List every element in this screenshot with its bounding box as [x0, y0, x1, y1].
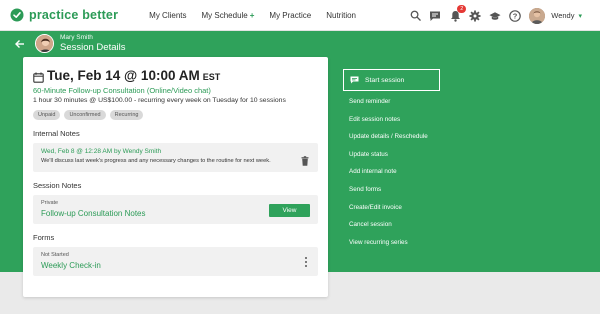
session-details-card: Tue, Feb 14 @ 10:00 AM EST 60-Minute Fol…	[23, 57, 328, 297]
user-menu[interactable]: Wendy ▾	[551, 11, 582, 20]
status-badge-recurring: Recurring	[109, 110, 144, 120]
internal-note-body: We'll discuss last week's progress and a…	[41, 158, 271, 164]
send-forms-action[interactable]: Send forms	[349, 185, 428, 203]
internal-notes-heading: Internal Notes	[33, 129, 80, 138]
plus-icon[interactable]: +	[250, 11, 255, 20]
send-reminder-action[interactable]: Send reminder	[349, 97, 428, 115]
consultation-mode: (Online/Video chat)	[146, 86, 211, 95]
practice-better-logo-icon	[10, 8, 24, 22]
nav-nutrition[interactable]: Nutrition	[326, 11, 356, 20]
user-avatar[interactable]	[529, 7, 546, 24]
forms-heading: Forms	[33, 233, 55, 242]
brand-name: practice better	[29, 8, 119, 22]
session-actions-list: Send reminder Edit session notes Update …	[349, 97, 428, 255]
session-header-text: Mary Smith Session Details	[60, 34, 126, 53]
trash-icon[interactable]	[301, 153, 309, 166]
calendar-icon	[33, 70, 44, 83]
internal-note-item: Wed, Feb 8 @ 12:28 AM by Wendy Smith We'…	[33, 143, 318, 172]
form-item: Not Started Weekly Check-in	[33, 247, 318, 276]
start-session-label: Start session	[365, 76, 405, 84]
internal-note-meta: Wed, Feb 8 @ 12:28 AM by Wendy Smith	[41, 148, 162, 155]
main-nav: My Clients My Schedule + My Practice Nutr…	[149, 11, 371, 20]
cancel-session-action[interactable]: Cancel session	[349, 220, 428, 238]
client-name[interactable]: Mary Smith	[60, 34, 125, 42]
chat-bubble-icon	[350, 76, 359, 84]
session-details-text: 1 hour 30 minutes @ US$100.00 - recurrin…	[33, 97, 286, 104]
more-options-icon[interactable]	[304, 257, 307, 267]
client-avatar[interactable]	[35, 34, 54, 53]
chat-icon[interactable]	[429, 10, 441, 22]
brand-logo[interactable]: practice better	[10, 8, 118, 22]
consultation-name[interactable]: 60-Minute Follow-up Consultation	[33, 86, 145, 95]
graduation-cap-icon[interactable]	[489, 10, 501, 22]
start-session-button[interactable]: Start session	[343, 69, 440, 91]
back-arrow-icon[interactable]	[15, 39, 25, 49]
add-internal-note-action[interactable]: Add internal note	[349, 167, 428, 185]
nav-label: Nutrition	[326, 10, 357, 20]
view-notes-button[interactable]: View	[269, 204, 310, 217]
chevron-down-icon: ▾	[578, 12, 582, 20]
search-icon[interactable]	[409, 10, 421, 22]
nav-my-schedule[interactable]: My Schedule +	[202, 11, 255, 20]
notification-count-badge: 2	[457, 4, 467, 13]
form-status: Not Started	[41, 252, 69, 258]
session-notes-heading: Session Notes	[33, 181, 82, 190]
view-recurring-series-action[interactable]: View recurring series	[349, 238, 428, 256]
help-icon[interactable]: ?	[509, 9, 522, 22]
create-edit-invoice-action[interactable]: Create/Edit invoice	[349, 203, 428, 221]
nav-my-practice[interactable]: My Practice	[269, 11, 311, 20]
nav-label: My Schedule	[201, 10, 248, 20]
notification-icon[interactable]: 2	[449, 4, 467, 22]
session-notes-item: Private Follow-up Consultation Notes Vie…	[33, 195, 318, 224]
consultation-line: 60-Minute Follow-up Consultation (Online…	[33, 86, 318, 95]
session-date: Tue, Feb 14 @ 10:00 AM	[47, 68, 200, 83]
status-tags: Unpaid Unconfirmed Recurring	[33, 110, 318, 120]
page-title: Session Details	[60, 42, 126, 53]
user-name: Wendy	[551, 11, 575, 20]
gear-icon[interactable]	[469, 10, 481, 22]
form-title[interactable]: Weekly Check-in	[41, 261, 310, 270]
status-badge-unpaid: Unpaid	[33, 110, 61, 120]
topbar-actions: 2 ? Wendy ▾	[401, 0, 582, 31]
nav-my-clients[interactable]: My Clients	[149, 11, 186, 20]
nav-label: My Clients	[149, 10, 187, 20]
nav-label: My Practice	[269, 10, 312, 20]
update-status-action[interactable]: Update status	[349, 150, 428, 168]
update-details-action[interactable]: Update details / Reschedule	[349, 132, 428, 150]
svg-text:?: ?	[513, 11, 518, 20]
status-badge-unconfirmed: Unconfirmed	[64, 110, 106, 120]
session-header: Mary Smith Session Details	[0, 31, 600, 56]
top-navigation-bar: practice better My Clients My Schedule + …	[0, 0, 600, 31]
session-date-line: Tue, Feb 14 @ 10:00 AM EST	[33, 68, 318, 83]
edit-session-notes-action[interactable]: Edit session notes	[349, 115, 428, 133]
session-timezone: EST	[202, 72, 221, 82]
